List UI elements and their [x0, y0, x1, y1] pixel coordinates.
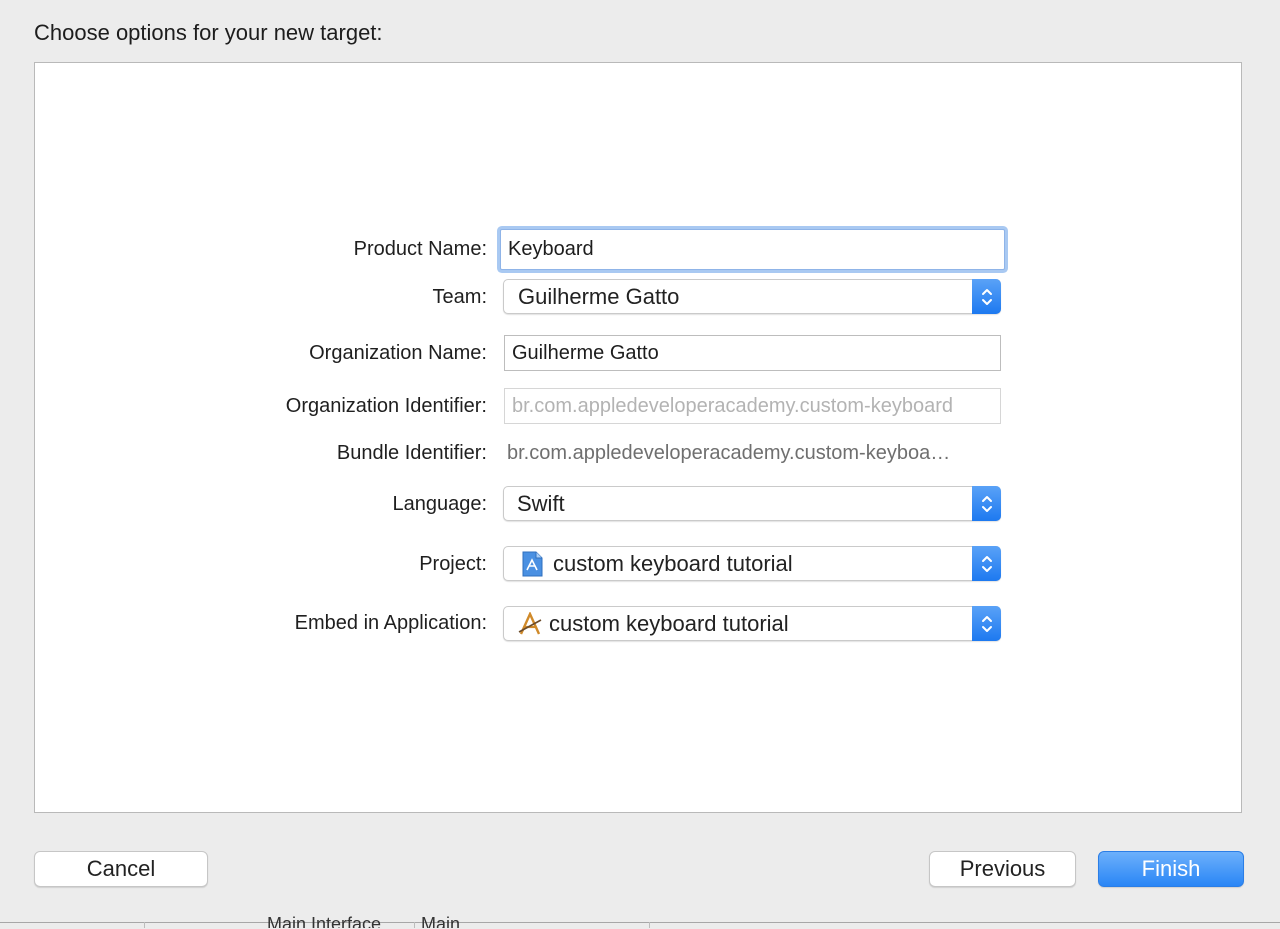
- app-icon: [517, 611, 543, 642]
- organization-identifier-placeholder: br.com.appledeveloperacademy.custom-keyb…: [512, 395, 953, 417]
- previous-button[interactable]: Previous: [929, 851, 1076, 887]
- project-value: custom keyboard tutorial: [553, 550, 793, 576]
- main-interface-label: Main Interface: [267, 914, 382, 928]
- chevron-up-down-icon: [972, 546, 1001, 581]
- organization-identifier-label: Organization Identifier:: [285, 395, 487, 417]
- dialog-heading: Choose options for your new target:: [34, 20, 383, 45]
- organization-identifier-field[interactable]: br.com.appledeveloperacademy.custom-keyb…: [504, 388, 1001, 424]
- team-label: Team:: [432, 286, 487, 308]
- cancel-button[interactable]: Cancel: [34, 851, 208, 887]
- chevron-up-down-icon: [972, 279, 1001, 314]
- bundle-identifier-label: Bundle Identifier:: [336, 442, 487, 464]
- organization-name-label: Organization Name:: [309, 342, 487, 364]
- language-value: Swift: [517, 490, 565, 516]
- team-popup[interactable]: Guilherme Gatto: [503, 279, 1001, 314]
- project-label: Project:: [419, 553, 487, 575]
- team-value: Guilherme Gatto: [518, 283, 680, 309]
- organization-name-value: Guilherme Gatto: [512, 342, 659, 364]
- organization-name-field[interactable]: Guilherme Gatto: [504, 335, 1001, 371]
- language-popup[interactable]: Swift: [503, 486, 1001, 521]
- bundle-identifier-value: br.com.appledeveloperacademy.custom-keyb…: [507, 442, 951, 464]
- product-name-value: Keyboard: [508, 238, 594, 260]
- divider: [649, 922, 650, 928]
- divider: [414, 922, 415, 928]
- chevron-up-down-icon: [972, 486, 1001, 521]
- main-interface-value: Main: [421, 914, 461, 928]
- xcode-project-file-icon: [521, 551, 543, 583]
- chevron-up-down-icon: [972, 606, 1001, 641]
- product-name-label: Product Name:: [353, 238, 487, 260]
- divider: [144, 922, 145, 928]
- embed-in-application-value: custom keyboard tutorial: [549, 610, 789, 636]
- language-label: Language:: [392, 493, 487, 515]
- embed-in-application-popup[interactable]: custom keyboard tutorial: [503, 606, 1001, 641]
- product-name-field[interactable]: Keyboard: [500, 229, 1005, 270]
- options-panel: [34, 62, 1242, 813]
- embed-in-application-label: Embed in Application:: [294, 612, 487, 634]
- finish-button[interactable]: Finish: [1098, 851, 1244, 887]
- project-popup[interactable]: custom keyboard tutorial: [503, 546, 1001, 581]
